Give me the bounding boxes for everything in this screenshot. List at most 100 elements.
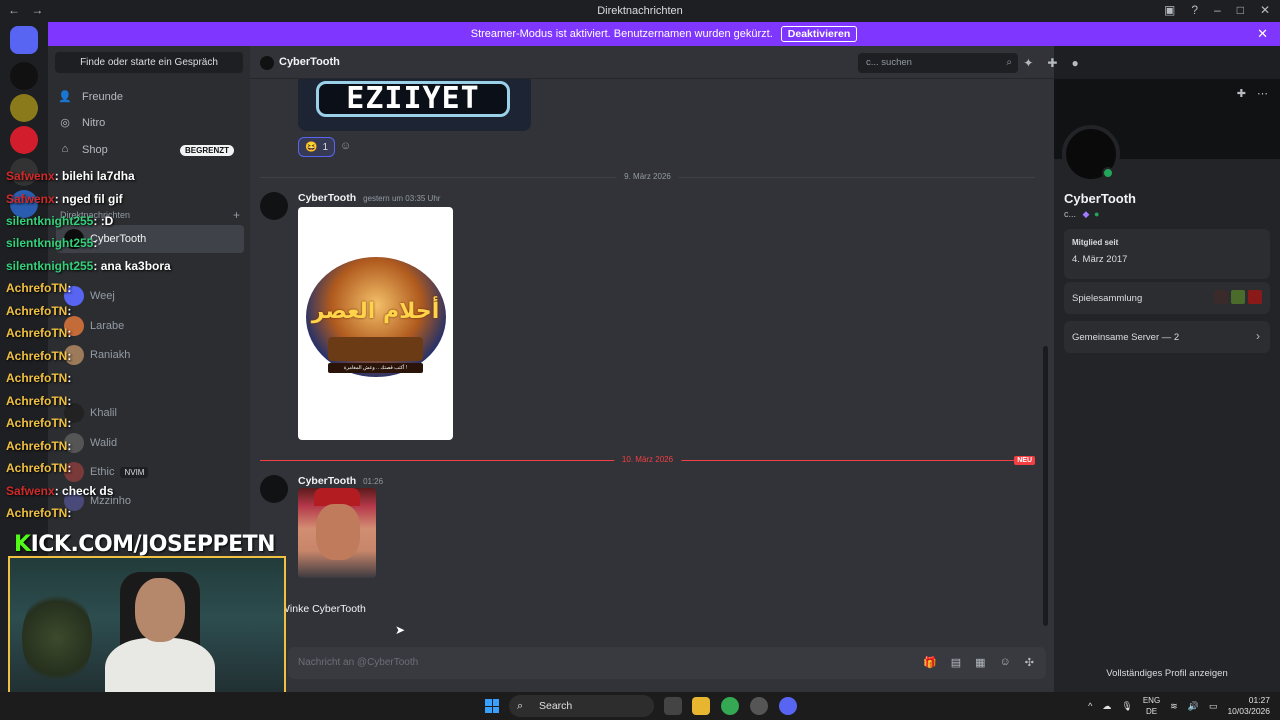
chat-scrollbar[interactable] <box>1043 346 1048 626</box>
author-avatar[interactable] <box>260 475 288 503</box>
friends-icon: 👤 <box>58 91 72 103</box>
chat-recipient: CyberTooth <box>279 56 340 68</box>
profile-toggle-icon[interactable]: ● <box>1071 56 1078 70</box>
gif-icon[interactable]: ▤ <box>951 656 961 669</box>
close-banner-icon[interactable]: ✕ <box>1257 26 1268 42</box>
overlay-user: AchrefoTN <box>6 506 68 520</box>
overlay-text: : nged fil gif <box>54 192 123 206</box>
overlay-message: silentknight255: <box>6 236 97 250</box>
game-collection-card[interactable]: Spielesammlung <box>1064 282 1270 314</box>
taskbar-search[interactable]: ⌕ Search <box>509 695 654 717</box>
dm-label: Ethic <box>90 466 115 478</box>
new-badge: NEU <box>1014 456 1035 465</box>
overlay-text: : bilehi la7dha <box>54 169 135 183</box>
search-input[interactable]: c... suchen ⌕ <box>858 53 1018 73</box>
author-name[interactable]: CyberTooth <box>298 192 356 204</box>
overlay-message: Safwenx: bilehi la7dha <box>6 169 135 183</box>
minimize-icon[interactable]: – <box>1214 3 1221 17</box>
wave-button[interactable]: Winke CyberTooth <box>280 603 366 615</box>
close-window-icon[interactable]: ✕ <box>1260 3 1270 17</box>
dm-item[interactable]: Khalil <box>56 399 244 427</box>
dm-label: Raniakh <box>90 349 131 361</box>
tray-chevron-icon[interactable]: ^ <box>1088 701 1092 711</box>
overlay-text: : <box>67 326 72 340</box>
gif-attachment[interactable] <box>298 488 376 578</box>
discord-home-icon[interactable] <box>10 26 38 54</box>
embed-image[interactable]: EZIIYET <box>298 79 531 131</box>
file-explorer-icon[interactable] <box>692 697 710 715</box>
overlay-message: AchrefoTN: <box>6 349 71 363</box>
server-icon[interactable] <box>10 94 38 122</box>
app-icon[interactable] <box>750 697 768 715</box>
cloud-icon[interactable]: ☁ <box>1102 701 1111 712</box>
lang-top: ENG <box>1142 696 1161 705</box>
avatar <box>260 56 274 70</box>
server-icon[interactable] <box>10 62 38 90</box>
game-icon <box>1231 290 1245 304</box>
help-icon[interactable]: ? <box>1191 3 1198 17</box>
author-name[interactable]: CyberTooth <box>298 475 356 487</box>
overlay-user: AchrefoTN <box>6 349 68 363</box>
dm-item[interactable]: Weej <box>56 282 244 310</box>
language-indicator[interactable]: ENG DE <box>1143 695 1160 717</box>
full-profile-link[interactable]: Vollständiges Profil anzeigen <box>1054 668 1280 679</box>
overlay-text: : <box>67 304 72 318</box>
discord-taskbar-icon[interactable] <box>779 697 797 715</box>
battery-icon[interactable]: ▭ <box>1209 701 1218 712</box>
add-friends-icon[interactable]: ✚ <box>1047 56 1057 70</box>
nav-label: Nitro <box>82 117 106 129</box>
chrome-icon[interactable] <box>721 697 739 715</box>
overlay-message: AchrefoTN: <box>6 304 71 318</box>
sticker-icon[interactable]: ▦ <box>975 656 985 669</box>
maximize-icon[interactable]: □ <box>1237 3 1244 17</box>
find-conversation-button[interactable]: Finde oder starte ein Gespräch <box>55 52 243 73</box>
windows-start-icon[interactable] <box>485 699 499 713</box>
overlay-user: AchrefoTN <box>6 394 68 408</box>
profile-handle: c... ◆ ● <box>1064 209 1099 220</box>
nitro-badge-icon: ● <box>1093 209 1100 219</box>
mic-icon[interactable]: 🎙 <box>1121 701 1132 712</box>
reaction-button[interactable]: 😆 1 <box>298 137 336 157</box>
dm-label: Khalil <box>90 407 117 419</box>
dm-item[interactable]: Walid <box>56 429 244 457</box>
overlay-user: AchrefoTN <box>6 326 68 340</box>
overlay-text: : <box>67 371 72 385</box>
volume-icon[interactable]: 🔊 <box>1188 701 1199 712</box>
server-icon[interactable] <box>10 126 38 154</box>
message-header: CyberTooth 01:26 <box>298 475 383 487</box>
task-view-icon[interactable] <box>664 697 682 715</box>
add-friend-icon[interactable]: ✚ <box>1237 87 1246 100</box>
image-attachment[interactable]: أحلام العصر أكتب قصتك .. وعش المغامرة ! <box>298 207 453 440</box>
pin-icon[interactable]: ✦ <box>1023 56 1033 70</box>
author-avatar[interactable] <box>260 192 288 220</box>
inbox-icon[interactable]: ▣ <box>1164 3 1175 17</box>
dm-item[interactable]: Larabe <box>56 312 244 340</box>
nav-nitro[interactable]: ◎ Nitro <box>58 111 244 135</box>
message-composer[interactable]: Nachricht an @CyberTooth 🎁 ▤ ▦ ☺ ✣ <box>288 647 1046 679</box>
overlay-text: : <box>67 281 72 295</box>
new-dm-plus-icon[interactable]: + <box>233 208 240 222</box>
lang-bottom: DE <box>1145 707 1158 716</box>
mutual-servers-card[interactable]: Gemeinsame Server — 2 › <box>1064 321 1270 353</box>
deactivate-button[interactable]: Deaktivieren <box>780 26 858 42</box>
add-reaction-icon[interactable]: ☺ <box>340 140 351 152</box>
more-options-icon[interactable]: ⋯ <box>1257 87 1268 100</box>
nav-friends[interactable]: 👤 Freunde <box>58 85 244 109</box>
gift-icon[interactable]: 🎁 <box>923 656 937 669</box>
date-label: 10. März 2026 <box>613 455 682 464</box>
clock[interactable]: 01:27 10/03/2026 <box>1227 695 1270 717</box>
wifi-icon[interactable]: ≋ <box>1170 701 1178 712</box>
nav-shop[interactable]: ⌂ Shop BEGRENZT <box>58 138 244 162</box>
apps-icon[interactable]: ✣ <box>1025 656 1034 669</box>
overlay-text: : <box>67 416 72 430</box>
system-tray: ^ ☁ 🎙 ENG DE ≋ 🔊 ▭ 01:27 10/03/2026 <box>1088 695 1270 717</box>
photo-face <box>316 504 360 560</box>
member-since-value: 4. März 2017 <box>1072 254 1128 265</box>
kick-rest: ICK.COM/JOSEPPETN <box>30 532 276 557</box>
reaction-count: 1 <box>322 141 329 153</box>
dm-item[interactable]: Ethic NVIM <box>56 458 244 486</box>
emoji-icon[interactable]: ☺ <box>1000 656 1011 669</box>
overlay-text: : check ds <box>54 484 114 498</box>
dm-label: Walid <box>90 437 118 449</box>
dm-item[interactable]: Raniakh <box>56 341 244 369</box>
